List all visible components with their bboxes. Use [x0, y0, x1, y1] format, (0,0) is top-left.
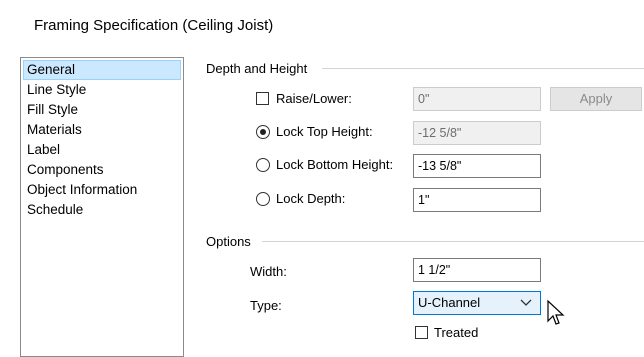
framing-specification-dialog: Framing Specification (Ceiling Joist) Ge…: [0, 0, 644, 357]
category-list[interactable]: General Line Style Fill Style Materials …: [20, 57, 184, 357]
lock-top-height-field[interactable]: -12 5/8": [413, 121, 541, 145]
type-select-value: U-Channel: [418, 295, 481, 310]
depth-height-header: Depth and Height: [206, 61, 308, 76]
lock-depth-field[interactable]: 1": [413, 188, 541, 212]
mouse-pointer-icon: [547, 299, 565, 325]
lock-top-height-label: Lock Top Height:: [276, 124, 373, 139]
sidebar-item-materials[interactable]: Materials: [21, 120, 183, 140]
group-divider: [322, 68, 644, 69]
sidebar-item-label[interactable]: Label: [21, 140, 183, 160]
lock-bottom-height-label: Lock Bottom Height:: [276, 157, 394, 172]
sidebar-item-line-style[interactable]: Line Style: [21, 80, 183, 100]
lock-bottom-height-radio[interactable]: [256, 158, 270, 172]
treated-checkbox[interactable]: [415, 326, 428, 339]
type-select[interactable]: U-Channel: [413, 291, 541, 315]
sidebar-item-schedule[interactable]: Schedule: [21, 200, 183, 220]
type-label: Type:: [250, 298, 282, 313]
sidebar-item-components[interactable]: Components: [21, 160, 183, 180]
treated-label: Treated: [434, 325, 479, 340]
options-header: Options: [206, 234, 251, 249]
sidebar-item-object-information[interactable]: Object Information: [21, 180, 183, 200]
group-divider: [262, 241, 644, 242]
dialog-title: Framing Specification (Ceiling Joist): [34, 17, 274, 34]
raise-lower-label: Raise/Lower:: [276, 91, 352, 106]
sidebar-item-fill-style[interactable]: Fill Style: [21, 100, 183, 120]
raise-lower-checkbox[interactable]: [256, 92, 269, 105]
lock-bottom-height-field[interactable]: -13 5/8": [413, 154, 541, 178]
radio-selected-dot: [260, 129, 266, 135]
lock-top-height-radio[interactable]: [256, 125, 270, 139]
lock-depth-label: Lock Depth:: [276, 191, 346, 206]
width-label: Width:: [250, 264, 287, 279]
sidebar-item-general[interactable]: General: [23, 60, 181, 80]
chevron-down-icon: [520, 299, 532, 306]
raise-lower-field[interactable]: 0": [413, 87, 541, 111]
lock-depth-radio[interactable]: [256, 192, 270, 206]
width-field[interactable]: 1 1/2": [413, 258, 541, 282]
apply-button[interactable]: Apply: [550, 87, 642, 111]
